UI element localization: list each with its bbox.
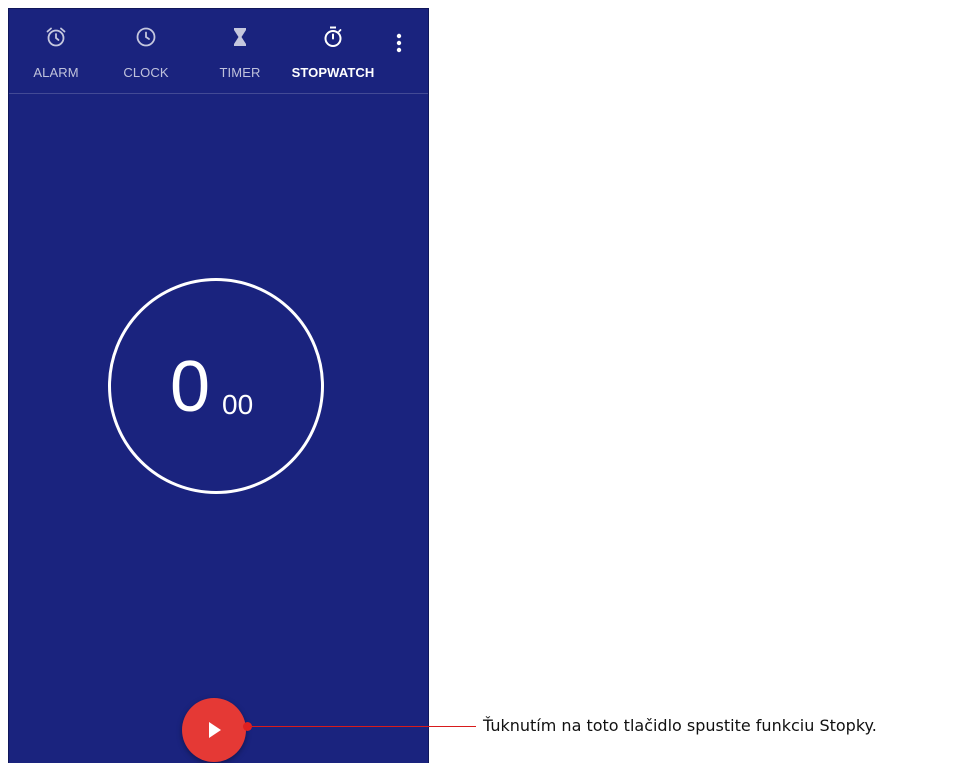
elapsed-seconds: 0 [170,347,211,427]
page: ALARM CLOCK TIMER STOPWATCH 0 00 Ťuknutí… [0,0,980,763]
tab-label: CLOCK [123,65,169,80]
elapsed-hundredths: 00 [222,389,254,420]
stopwatch-icon [324,26,342,47]
clock-icon [136,27,156,47]
callout-line [250,726,476,727]
tab-clock[interactable]: CLOCK [117,9,175,93]
callout-text: Ťuknutím na toto tlačidlo spustite funkc… [483,716,877,735]
tab-bar: ALARM CLOCK TIMER STOPWATCH [9,9,428,94]
hourglass-icon [234,28,246,46]
tab-stopwatch[interactable]: STOPWATCH [289,9,377,93]
stopwatch-time: 0 00 [170,345,290,435]
tab-label: STOPWATCH [291,65,375,80]
play-icon [209,722,221,738]
tab-alarm[interactable]: ALARM [27,9,85,93]
tab-label: ALARM [33,65,79,80]
more-vertical-icon[interactable] [389,31,409,57]
tab-label: TIMER [219,65,261,80]
start-button[interactable] [182,698,246,762]
alarm-icon [46,27,66,47]
tab-timer[interactable]: TIMER [211,9,269,93]
clock-app-screen: ALARM CLOCK TIMER STOPWATCH 0 00 [8,8,429,763]
